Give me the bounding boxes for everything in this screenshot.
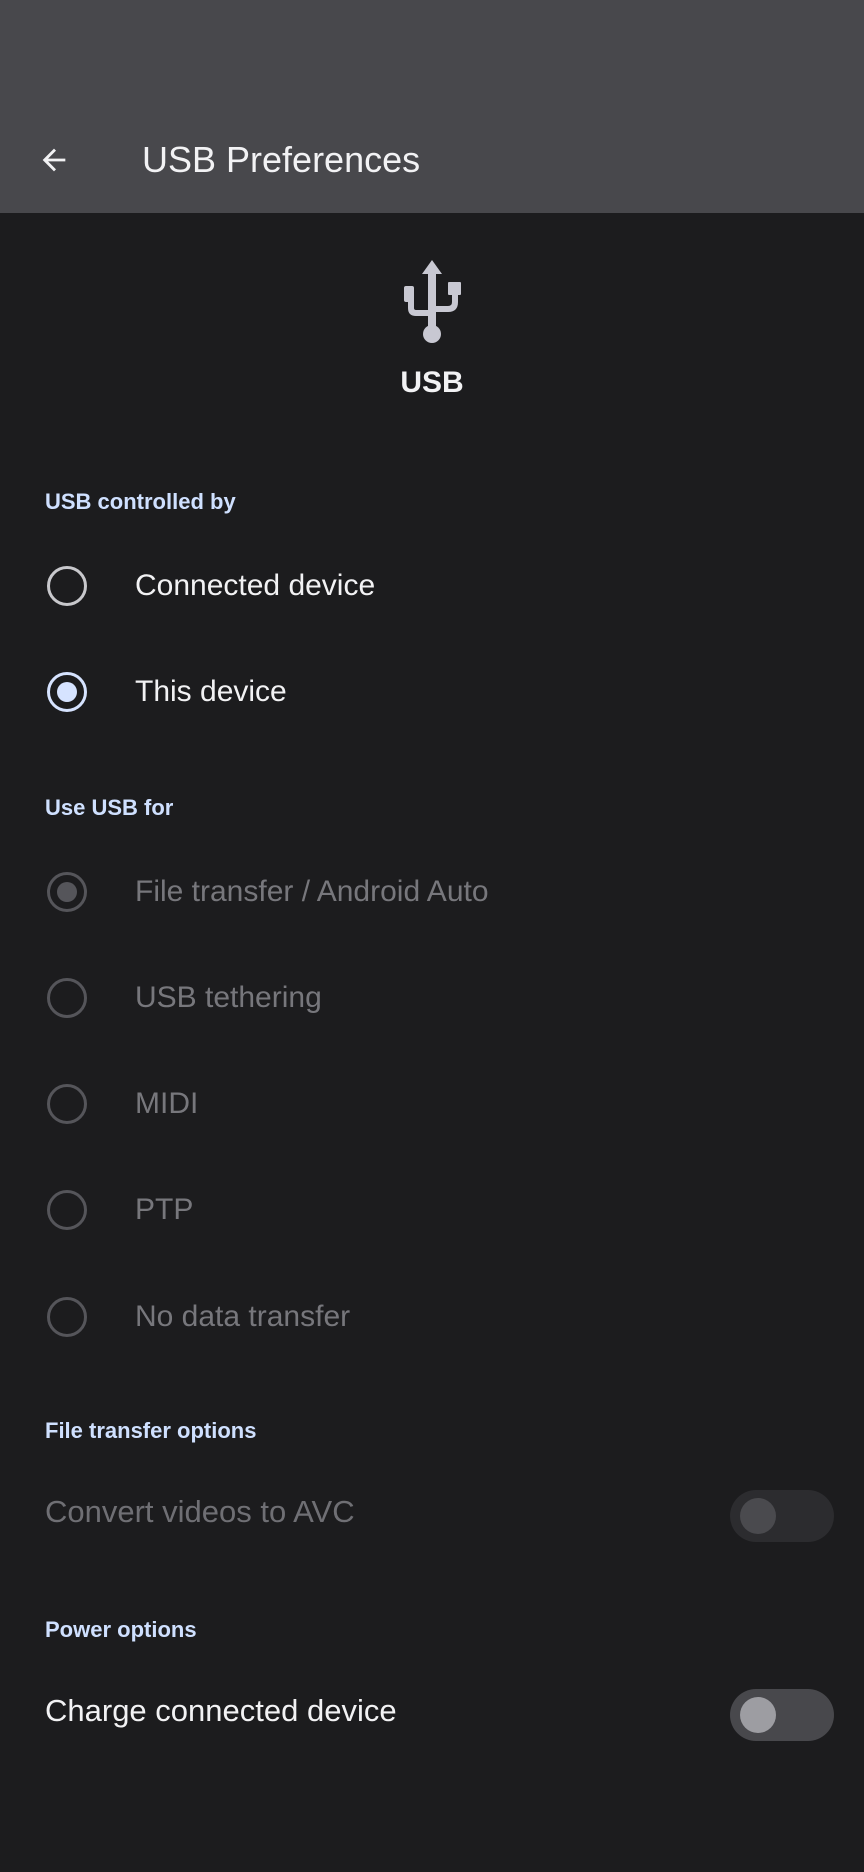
option-label: File transfer / Android Auto: [135, 875, 489, 908]
arrow-back-icon: [42, 148, 66, 172]
setting-label: Convert videos to AVC: [45, 1494, 355, 1529]
section-header-power-options: Power options: [45, 1617, 197, 1642]
charge-toggle[interactable]: [730, 1689, 834, 1741]
option-midi: MIDI: [0, 1054, 864, 1154]
radio-unchecked-icon: [47, 1297, 87, 1337]
section-header-use-usb-for: Use USB for: [45, 795, 174, 820]
option-file-transfer: File transfer / Android Auto: [0, 842, 864, 942]
radio-checked-icon[interactable]: [47, 672, 87, 712]
option-connected-device[interactable]: Connected device: [0, 536, 864, 636]
section-header-controlled-by: USB controlled by: [45, 489, 236, 514]
section-header-file-transfer-options: File transfer options: [45, 1418, 257, 1443]
back-button[interactable]: [28, 134, 80, 186]
option-label: USB tethering: [135, 981, 322, 1014]
setting-convert-videos-avc: Convert videos to AVC: [0, 1468, 864, 1558]
setting-label: Charge connected device: [45, 1693, 397, 1728]
convert-avc-toggle: [730, 1490, 834, 1542]
toggle-thumb: [740, 1697, 776, 1733]
usb-icon: [404, 260, 461, 343]
option-no-data-transfer: No data transfer: [0, 1267, 864, 1367]
option-label: MIDI: [135, 1087, 199, 1120]
option-label: Connected device: [135, 569, 376, 602]
option-this-device[interactable]: This device: [0, 642, 864, 742]
option-label: PTP: [135, 1193, 194, 1226]
radio-unchecked-icon: [47, 978, 87, 1018]
radio-unchecked-icon: [47, 1084, 87, 1124]
option-label: No data transfer: [135, 1300, 351, 1333]
radio-unchecked-icon: [47, 1190, 87, 1230]
option-ptp: PTP: [0, 1160, 864, 1260]
app-bar: USB Preferences: [0, 0, 864, 213]
page-title: USB Preferences: [142, 139, 421, 180]
toggle-thumb: [740, 1498, 776, 1534]
usb-title: USB: [400, 366, 464, 399]
option-usb-tethering: USB tethering: [0, 948, 864, 1048]
radio-unchecked-icon[interactable]: [47, 566, 87, 606]
setting-charge-connected-device[interactable]: Charge connected device: [0, 1667, 864, 1757]
option-label: This device: [135, 675, 287, 708]
radio-checked-icon: [47, 872, 87, 912]
